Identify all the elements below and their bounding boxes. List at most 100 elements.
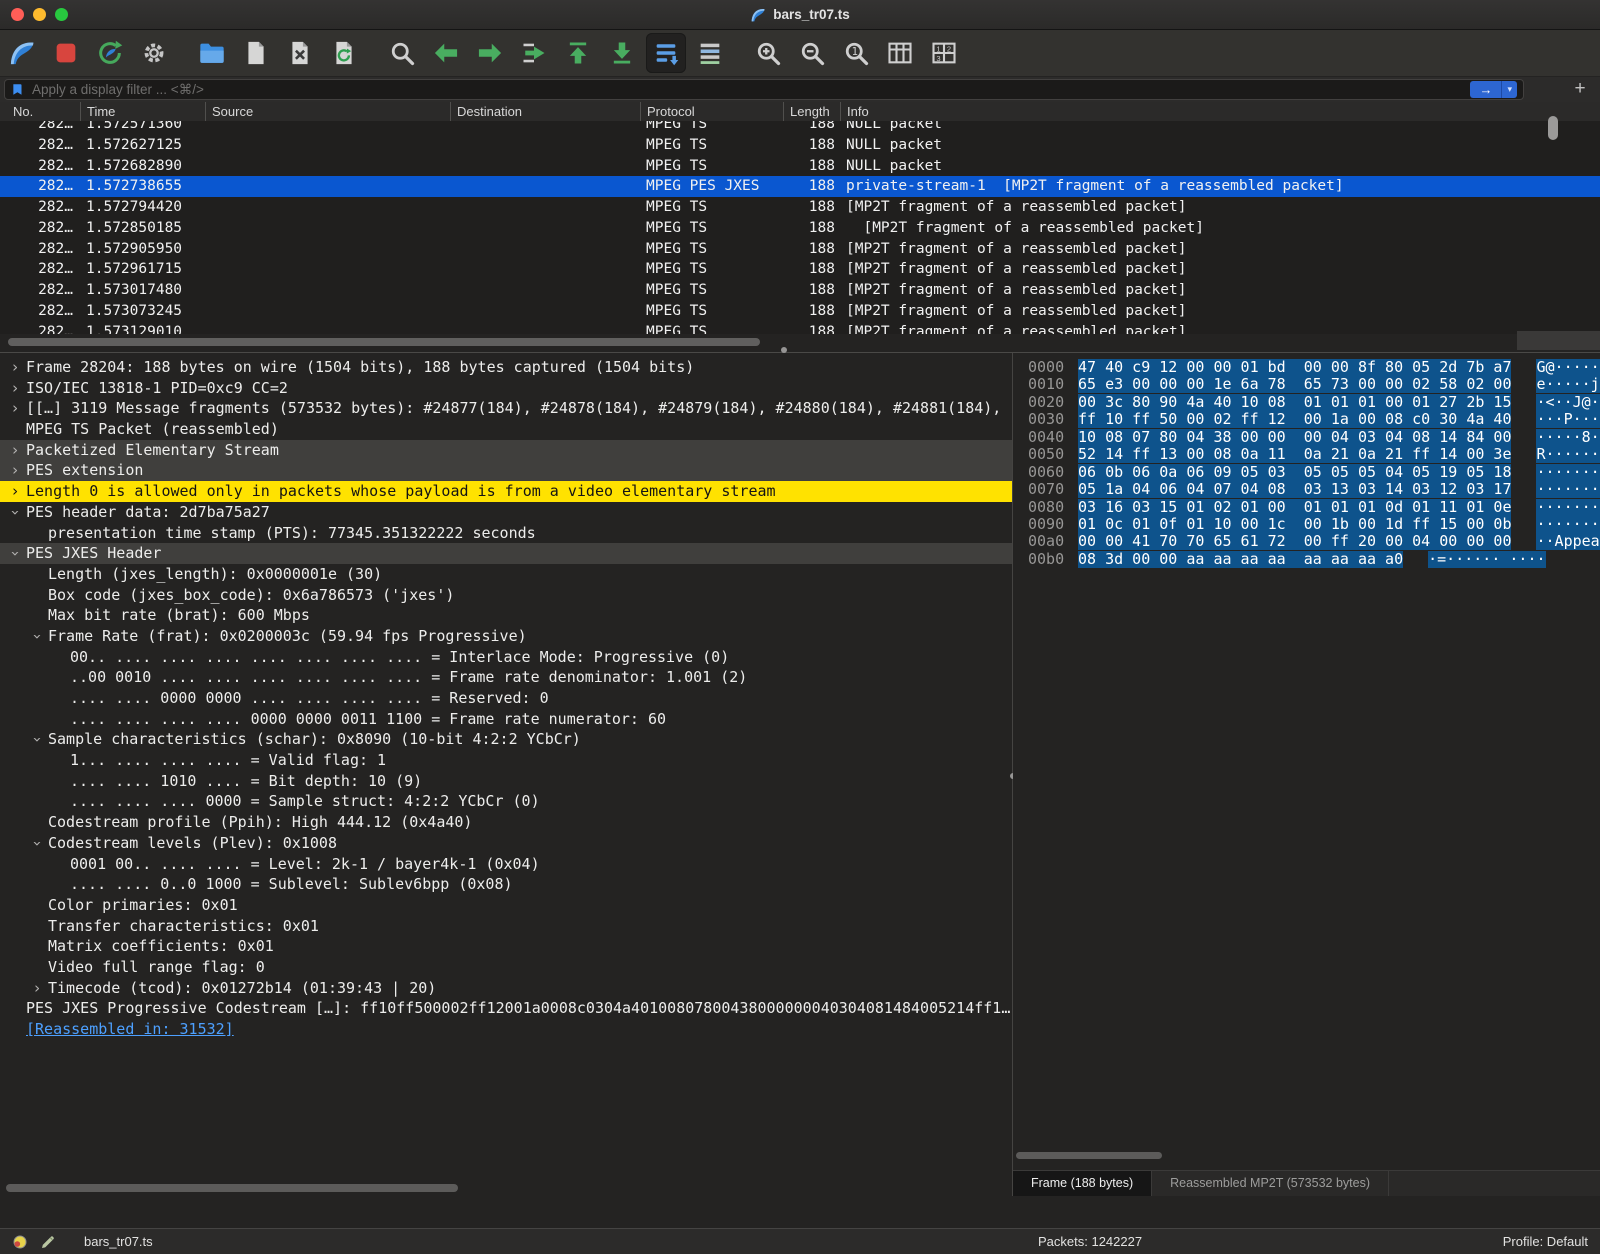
hex-ascii[interactable]: ········ ········ — [1536, 464, 1600, 481]
detail-row[interactable]: ›Timecode (tcod): 0x01272b14 (01:39:43 |… — [0, 978, 1012, 999]
hex-bytes[interactable]: 00 3c 80 90 4a 40 10 08 01 01 01 00 01 2… — [1078, 394, 1511, 411]
detail-row[interactable]: Matrix coefficients: 0x01 — [0, 936, 1012, 957]
detail-row[interactable]: .... .... .... .... 0000 0000 0011 1100 … — [0, 709, 1012, 730]
hex-ascii[interactable]: ··Appear ·· ····· — [1536, 533, 1600, 550]
detail-row[interactable]: presentation time stamp (PTS): 77345.351… — [0, 523, 1012, 544]
detail-row[interactable]: ›PES header data: 2d7ba75a27 — [0, 502, 1012, 523]
expand-icon[interactable]: › — [30, 978, 44, 999]
detail-row[interactable]: ›[[…] 3119 Message fragments (573532 byt… — [0, 398, 1012, 419]
hex-ascii[interactable]: ·<··J@·· ·····'+· — [1536, 394, 1600, 411]
detail-row[interactable]: 0001 00.. .... .... = Level: 2k-1 / baye… — [0, 854, 1012, 875]
column-header-time[interactable]: Time — [80, 102, 205, 121]
bytes-horizontal-scrollbar-thumb[interactable] — [1016, 1152, 1162, 1159]
expand-icon[interactable]: › — [8, 378, 22, 399]
zoom-in-button[interactable] — [748, 33, 788, 73]
packet-row[interactable]: 282…1.572571360MPEG TS188NULL packet — [0, 121, 1600, 135]
number-columns-button[interactable]: 123 — [924, 33, 964, 73]
hex-bytes[interactable]: 47 40 c9 12 00 00 01 bd 00 00 8f 80 05 2… — [1078, 359, 1511, 376]
detail-row[interactable]: Codestream profile (Ppih): High 444.12 (… — [0, 812, 1012, 833]
go-first-button[interactable] — [558, 33, 598, 73]
zoom-reset-button[interactable]: 1 — [836, 33, 876, 73]
packet-row[interactable]: 282…1.573017480MPEG TS188[MP2T fragment … — [0, 280, 1600, 301]
detail-row[interactable]: Length (jxes_length): 0x0000001e (30) — [0, 564, 1012, 585]
go-to-packet-button[interactable] — [514, 33, 554, 73]
collapse-icon[interactable]: › — [27, 629, 48, 643]
reassembled-link-row[interactable]: [Reassembled in: 31532] — [0, 1019, 1012, 1040]
detail-row[interactable]: 00.. .... .... .... .... .... .... .... … — [0, 647, 1012, 668]
go-last-button[interactable] — [602, 33, 642, 73]
hex-ascii[interactable]: e·····jx es···X·· — [1536, 376, 1600, 393]
collapse-icon[interactable]: › — [27, 836, 48, 850]
display-filter-input[interactable]: Apply a display filter ... <⌘/> → ▾ — [4, 79, 1524, 100]
close-file-button[interactable] — [280, 33, 320, 73]
status-profile[interactable]: Profile: Default — [1503, 1229, 1588, 1254]
hex-ascii[interactable]: ········ ········ — [1536, 499, 1600, 516]
packet-row[interactable]: 282…1.572682890MPEG TS188NULL packet — [0, 156, 1600, 177]
detail-row[interactable]: .... .... 0..0 1000 = Sublevel: Sublev6b… — [0, 874, 1012, 895]
go-back-button[interactable] — [426, 33, 466, 73]
hex-ascii[interactable]: ·=······ ···· — [1428, 551, 1545, 568]
hex-bytes[interactable]: 10 08 07 80 04 38 00 00 00 04 03 04 08 1… — [1078, 429, 1511, 446]
column-header-source[interactable]: Source — [205, 102, 450, 121]
auto-scroll-button[interactable] — [646, 33, 686, 73]
hex-ascii[interactable]: ·····8·· ········ — [1536, 429, 1600, 446]
detail-row[interactable]: Color primaries: 0x01 — [0, 895, 1012, 916]
detail-row[interactable]: PES JXES Progressive Codestream […]: ff1… — [0, 998, 1012, 1019]
expand-icon[interactable]: › — [8, 481, 22, 502]
packet-row-selected[interactable]: 282…1.572738655MPEG PES JXES188private-s… — [0, 176, 1600, 197]
hex-ascii[interactable]: ········ ········ — [1536, 516, 1600, 533]
collapse-icon[interactable]: › — [27, 733, 48, 747]
collapse-icon[interactable]: › — [5, 505, 26, 519]
expand-icon[interactable]: › — [8, 460, 22, 481]
packet-row[interactable]: 282…1.572794420MPEG TS188[MP2T fragment … — [0, 197, 1600, 218]
column-header-destination[interactable]: Destination — [450, 102, 640, 121]
hex-ascii[interactable]: G@······ ·····-{· — [1536, 359, 1600, 376]
packet-row[interactable]: 282…1.573129010MPEG TS188[MP2T fragment … — [0, 322, 1600, 335]
tab-frame[interactable]: Frame (188 bytes) — [1013, 1171, 1152, 1196]
hex-bytes[interactable]: ff 10 ff 50 00 02 ff 12 00 1a 00 08 c0 3… — [1078, 411, 1511, 428]
hex-ascii[interactable]: R······· ·!·!···> — [1536, 446, 1600, 463]
packet-row[interactable]: 282…1.573073245MPEG TS188[MP2T fragment … — [0, 301, 1600, 322]
detail-row[interactable]: .... .... .... 0000 = Sample struct: 4:2… — [0, 791, 1012, 812]
detail-row[interactable]: ›Packetized Elementary Stream — [0, 440, 1012, 461]
hex-bytes[interactable]: 52 14 ff 13 00 08 0a 11 0a 21 0a 21 ff 1… — [1078, 446, 1511, 463]
stop-capture-button[interactable] — [46, 33, 86, 73]
hex-bytes[interactable]: 03 16 03 15 01 02 01 00 01 01 01 0d 01 1… — [1078, 499, 1511, 516]
detail-row[interactable]: Transfer characteristics: 0x01 — [0, 916, 1012, 937]
detail-row[interactable]: 1... .... .... .... = Valid flag: 1 — [0, 750, 1012, 771]
expand-icon[interactable]: › — [8, 440, 22, 461]
resize-columns-button[interactable] — [880, 33, 920, 73]
minimize-button[interactable] — [33, 8, 46, 21]
hex-ascii[interactable]: ········ ········ — [1536, 481, 1600, 498]
hex-bytes[interactable]: 00 00 41 70 70 65 61 72 00 ff 20 00 04 0… — [1078, 533, 1511, 550]
reload-file-button[interactable] — [324, 33, 364, 73]
close-button[interactable] — [11, 8, 24, 21]
restart-capture-button[interactable] — [90, 33, 130, 73]
hex-bytes[interactable]: 08 3d 00 00 aa aa aa aa aa aa aa a0 — [1078, 551, 1403, 568]
filter-dropdown-caret-icon[interactable]: ▾ — [1501, 81, 1517, 98]
column-header-length[interactable]: Length — [783, 102, 840, 121]
detail-row[interactable]: ›PES JXES Header — [0, 543, 1012, 564]
detail-row[interactable]: Video full range flag: 0 — [0, 957, 1012, 978]
packet-row[interactable]: 282…1.572905950MPEG TS188[MP2T fragment … — [0, 239, 1600, 260]
save-file-button[interactable] — [236, 33, 276, 73]
packet-list-horizontal-scrollbar-thumb[interactable] — [8, 338, 760, 346]
add-filter-button[interactable]: + — [1568, 79, 1592, 100]
detail-row[interactable]: Max bit rate (brat): 600 Mbps — [0, 605, 1012, 626]
apply-filter-button[interactable]: → ▾ — [1470, 81, 1517, 98]
detail-row[interactable]: MPEG TS Packet (reassembled) — [0, 419, 1012, 440]
expert-info-icon[interactable] — [12, 1234, 28, 1250]
tab-reassembled[interactable]: Reassembled MP2T (573532 bytes) — [1152, 1171, 1389, 1196]
open-file-button[interactable] — [192, 33, 232, 73]
colorize-button[interactable] — [690, 33, 730, 73]
capture-options-button[interactable] — [134, 33, 174, 73]
zoom-button[interactable] — [55, 8, 68, 21]
detail-row[interactable]: ..00 0010 .... .... .... .... .... .... … — [0, 667, 1012, 688]
detail-row[interactable]: ›PES extension — [0, 460, 1012, 481]
packet-list-vertical-scrollbar-thumb[interactable] — [1548, 116, 1558, 140]
go-forward-button[interactable] — [470, 33, 510, 73]
start-capture-button[interactable] — [2, 33, 42, 73]
detail-row[interactable]: Box code (jxes_box_code): 0x6a786573 ('j… — [0, 585, 1012, 606]
collapse-icon[interactable]: › — [5, 547, 26, 561]
column-header-protocol[interactable]: Protocol — [640, 102, 783, 121]
